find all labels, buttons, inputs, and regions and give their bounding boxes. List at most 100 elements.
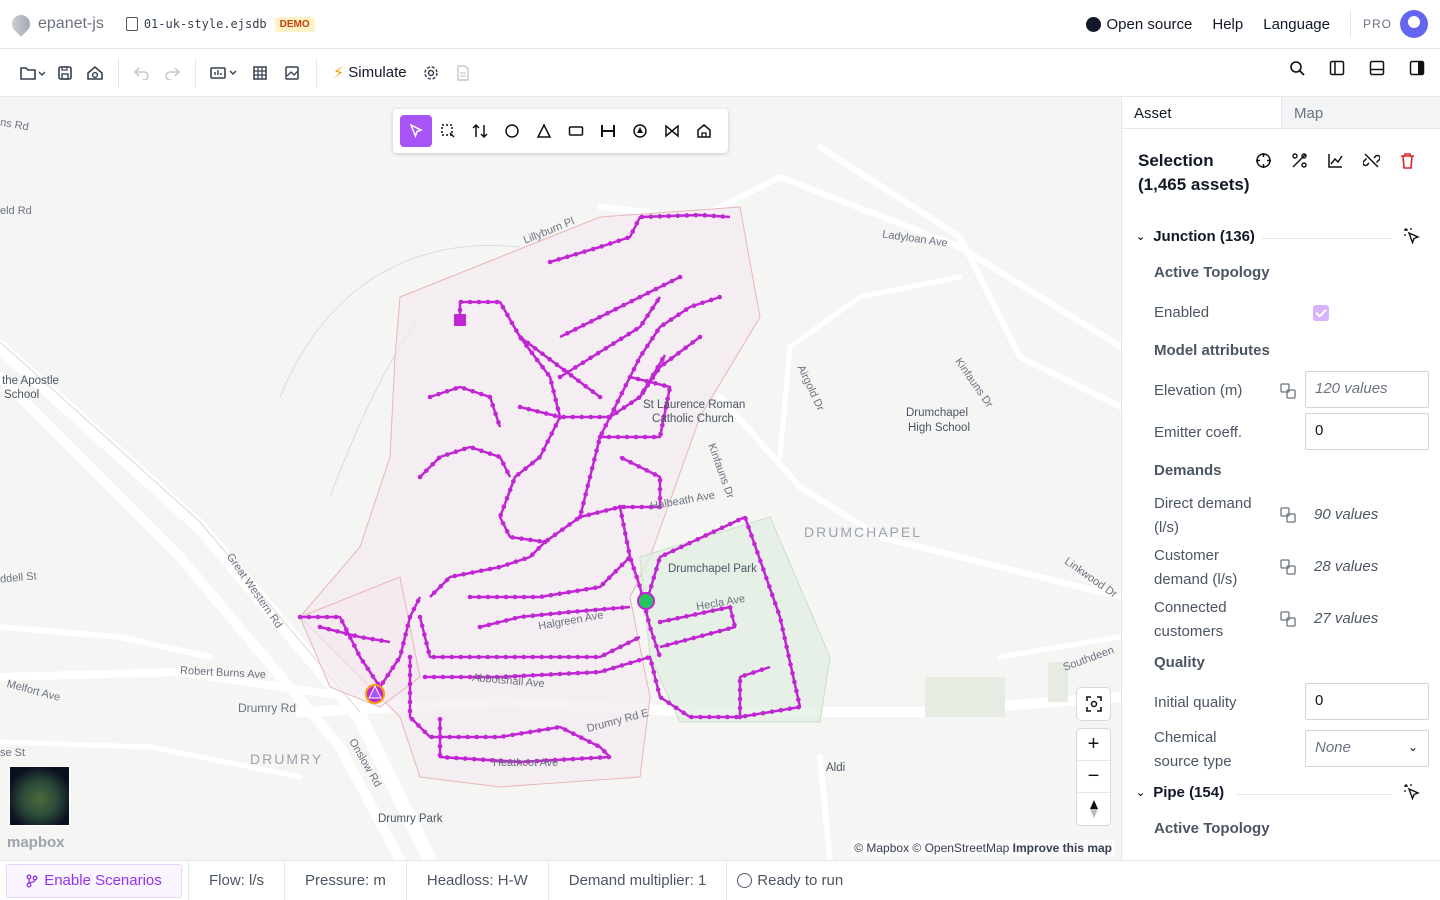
junction-node[interactable] <box>652 472 658 477</box>
junction-node[interactable] <box>628 460 633 465</box>
junction-node[interactable] <box>539 654 545 660</box>
junction-node[interactable] <box>661 383 667 388</box>
junction-node[interactable] <box>796 697 801 702</box>
junction-node[interactable] <box>510 535 515 540</box>
junction-node[interactable] <box>557 654 563 660</box>
junction-node[interactable] <box>630 504 636 510</box>
junction-node[interactable] <box>625 235 630 241</box>
junction-node[interactable] <box>615 399 621 404</box>
junction-node[interactable] <box>567 522 572 527</box>
junction-node[interactable] <box>535 409 540 414</box>
junction-node[interactable] <box>409 716 415 722</box>
junction-node[interactable] <box>648 214 654 219</box>
pipe-tool-button[interactable] <box>592 115 624 147</box>
junction-node[interactable] <box>640 351 645 356</box>
junction-node[interactable] <box>471 756 477 762</box>
junction-section-header[interactable]: ⌄ Junction (136) <box>1136 228 1255 245</box>
pipe-section-header[interactable]: ⌄ Pipe (154) <box>1136 784 1224 801</box>
junction-node[interactable] <box>666 617 672 623</box>
junction-node[interactable] <box>610 665 616 671</box>
junction-node[interactable] <box>742 673 748 678</box>
save-button[interactable] <box>50 57 80 89</box>
junction-node[interactable] <box>587 474 593 480</box>
junction-node[interactable] <box>653 286 659 292</box>
junction-node[interactable] <box>786 653 791 658</box>
junction-node[interactable] <box>645 290 651 296</box>
junction-node[interactable] <box>581 500 586 506</box>
junction-node[interactable] <box>657 477 663 483</box>
file-name-area[interactable]: 01-uk-style.ejsdb DEMO <box>125 16 315 32</box>
junction-node[interactable] <box>565 331 570 336</box>
select-tool-button[interactable] <box>400 115 432 147</box>
junction-node[interactable] <box>436 455 442 461</box>
junction-node[interactable] <box>653 678 659 684</box>
junction-node[interactable] <box>769 709 775 714</box>
junction-node[interactable] <box>419 623 425 629</box>
junction-node[interactable] <box>613 306 618 312</box>
junction-node[interactable] <box>587 739 592 745</box>
junction-node[interactable] <box>784 644 789 650</box>
junction-node[interactable] <box>577 514 583 520</box>
junction-node[interactable] <box>588 755 594 761</box>
junction-node[interactable] <box>582 249 587 254</box>
junction-node[interactable] <box>772 601 778 606</box>
junction-node[interactable] <box>630 229 636 234</box>
junction-node[interactable] <box>422 674 428 680</box>
junction-node[interactable] <box>449 674 455 680</box>
multiple-values-icon[interactable] <box>1280 507 1296 523</box>
junction-node[interactable] <box>411 606 417 612</box>
junction-node[interactable] <box>333 614 339 620</box>
headloss-button[interactable]: Headloss: H-W <box>405 860 548 900</box>
pipe-select-similar-button[interactable] <box>1403 783 1420 803</box>
junction-node[interactable] <box>487 451 493 456</box>
junction-node[interactable] <box>668 356 674 361</box>
junction-tool-button[interactable] <box>496 115 528 147</box>
open-folder-button[interactable] <box>14 57 50 89</box>
junction-node[interactable] <box>657 486 663 492</box>
junction-node[interactable] <box>548 672 554 677</box>
junction-node[interactable] <box>525 340 531 346</box>
unlink-button[interactable] <box>1362 151 1380 169</box>
junction-node[interactable] <box>651 635 656 640</box>
initial-quality-input[interactable]: 0 <box>1305 683 1429 720</box>
junction-node[interactable] <box>519 731 524 736</box>
junction-node[interactable] <box>534 357 540 363</box>
junction-node[interactable] <box>444 577 450 583</box>
junction-node[interactable] <box>503 654 509 660</box>
junction-node[interactable] <box>407 690 413 696</box>
lasso-select-button[interactable] <box>432 115 464 147</box>
junction-node[interactable] <box>407 708 413 714</box>
junction-node[interactable] <box>543 411 549 416</box>
junction-node[interactable] <box>611 341 616 346</box>
junction-node[interactable] <box>682 638 688 643</box>
junction-node[interactable] <box>554 725 560 730</box>
junction-node[interactable] <box>601 652 607 658</box>
pump-tool-button[interactable] <box>624 115 656 147</box>
junction-node[interactable] <box>339 619 345 624</box>
junction-node[interactable] <box>618 644 623 650</box>
junction-node[interactable] <box>648 626 653 632</box>
junction-node[interactable] <box>501 504 507 510</box>
junction-node[interactable] <box>478 568 484 574</box>
junction-node[interactable] <box>586 512 592 518</box>
valve-tool-button[interactable] <box>656 115 688 147</box>
junction-node[interactable] <box>470 388 475 394</box>
junction-node[interactable] <box>603 346 609 351</box>
tab-map[interactable]: Map <box>1281 97 1440 128</box>
junction-node[interactable] <box>566 654 572 660</box>
junction-node[interactable] <box>602 668 607 673</box>
app-logo[interactable]: epanet-js <box>8 11 104 37</box>
junction-node[interactable] <box>485 594 491 600</box>
junction-node[interactable] <box>447 734 453 740</box>
junction-node[interactable] <box>557 591 563 597</box>
junction-node[interactable] <box>462 446 467 452</box>
junction-node[interactable] <box>749 533 754 538</box>
junction-node[interactable] <box>668 317 674 322</box>
junction-node[interactable] <box>566 589 571 595</box>
junction-node[interactable] <box>560 527 565 532</box>
junction-node[interactable] <box>456 734 462 740</box>
improve-map-link[interactable]: Improve this map <box>1013 841 1112 855</box>
junction-node[interactable] <box>716 714 721 720</box>
junction-node[interactable] <box>600 581 606 587</box>
junction-node[interactable] <box>661 361 667 367</box>
